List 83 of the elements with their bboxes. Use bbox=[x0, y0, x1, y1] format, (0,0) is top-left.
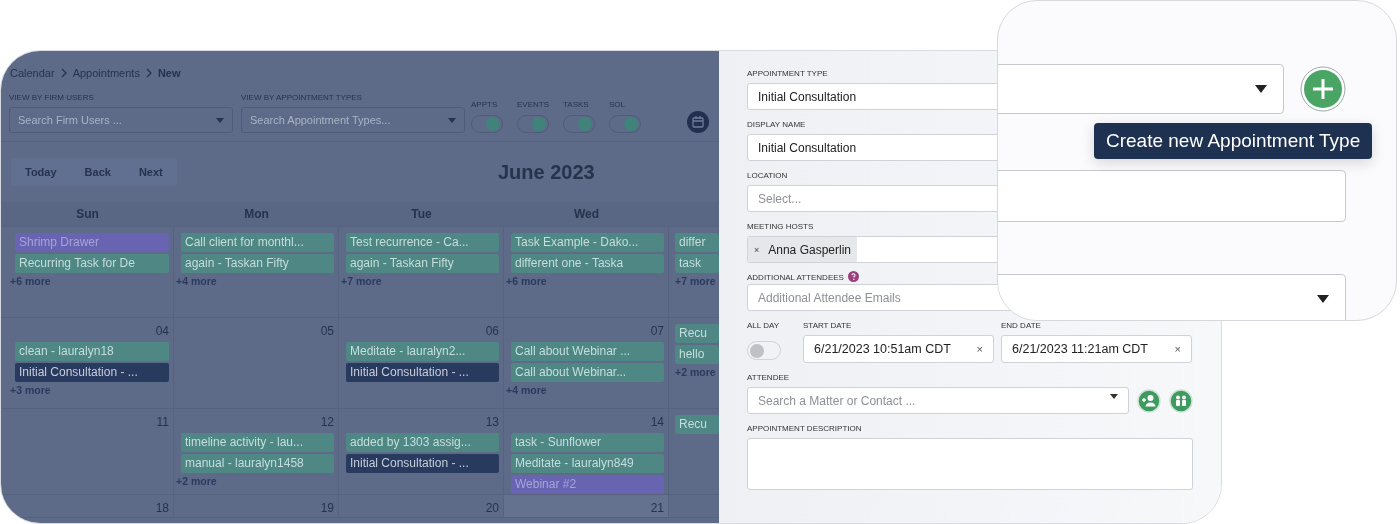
all-day-toggle[interactable] bbox=[747, 341, 781, 360]
month-title: June 2023 bbox=[498, 160, 595, 184]
calendar-event[interactable]: Initial Consultation - ... bbox=[15, 363, 169, 382]
breadcrumb-link[interactable]: Appointments bbox=[72, 67, 140, 79]
add-person-icon[interactable] bbox=[1137, 388, 1161, 413]
nav-button[interactable]: Back bbox=[70, 158, 125, 186]
calendar-event[interactable]: Initial Consultation - ... bbox=[346, 454, 499, 473]
group-icon[interactable] bbox=[1169, 388, 1193, 413]
date-number: 04 bbox=[155, 324, 169, 338]
field-label: START DATE bbox=[803, 321, 853, 330]
toggle-label: EVENTS bbox=[517, 100, 550, 109]
breadcrumb-link[interactable]: New bbox=[157, 67, 181, 79]
calendar-event[interactable]: manual - lauralyn1458 bbox=[181, 454, 334, 473]
calendar-event[interactable]: Recu bbox=[675, 415, 719, 434]
calendar-event[interactable]: again - Taskan Fifty bbox=[346, 254, 499, 273]
calendar-event[interactable]: added by 1303 assig... bbox=[346, 433, 499, 452]
field-label: ADDITIONAL ATTENDEES bbox=[747, 273, 844, 282]
field-label: LOCATION bbox=[747, 171, 789, 180]
calendar-event[interactable]: Webinar #2 bbox=[511, 475, 664, 494]
calendar-event[interactable]: Initial Consultation - ... bbox=[346, 363, 499, 382]
calendar-event[interactable]: Call client for monthl... bbox=[181, 233, 334, 252]
calendar-event[interactable]: clean - lauralyn18 bbox=[15, 342, 169, 361]
date-number: 14 bbox=[650, 415, 664, 429]
tooltip: Create new Appointment Type bbox=[1094, 123, 1373, 159]
nav-button[interactable]: Next bbox=[124, 158, 177, 186]
calendar-event[interactable]: timeline activity - lau... bbox=[181, 433, 334, 452]
caret-icon bbox=[1255, 85, 1267, 93]
calendar-event[interactable]: again - Taskan Fifty bbox=[181, 254, 334, 273]
date-number: 12 bbox=[320, 415, 334, 429]
nav-button[interactable]: Today bbox=[11, 158, 71, 186]
field-label: ATTENDEE bbox=[747, 373, 791, 382]
location-select[interactable] bbox=[998, 274, 1346, 320]
caret-icon bbox=[216, 117, 224, 123]
calendar-event[interactable]: Meditate - lauralyn2... bbox=[346, 342, 499, 361]
calendar-event[interactable]: Shrimp Drawer bbox=[15, 233, 169, 252]
calendar-event[interactable]: task bbox=[675, 254, 719, 273]
calendar-event[interactable]: Call about Webinar... bbox=[511, 363, 664, 382]
calendar-event[interactable]: different one - Taska bbox=[511, 254, 664, 273]
chevron-icon bbox=[59, 68, 68, 78]
start-date-field[interactable]: 6/21/2023 10:51am CDT × bbox=[803, 335, 994, 363]
field-label: APPOINTMENT TYPE bbox=[747, 69, 829, 78]
calendar-event[interactable]: Task Example - Dako... bbox=[511, 233, 664, 252]
date-number: 21 bbox=[650, 501, 664, 515]
calendar-icon[interactable] bbox=[687, 111, 709, 133]
calendar-event[interactable]: differ bbox=[675, 233, 719, 252]
field-label: DISPLAY NAME bbox=[747, 120, 807, 129]
display-name-field[interactable] bbox=[998, 170, 1346, 222]
filter-select[interactable]: Search Appointment Types... bbox=[241, 107, 465, 133]
attendee-select[interactable]: Search a Matter or Contact ... bbox=[747, 387, 1129, 414]
calendar-event[interactable]: Test recurrence - Ca... bbox=[346, 233, 499, 252]
field-label: APPOINTMENT DESCRIPTION bbox=[747, 424, 863, 433]
filter-select[interactable]: Search Firm Users ... bbox=[9, 107, 233, 133]
field-label: END DATE bbox=[1001, 321, 1042, 330]
date-number: 20 bbox=[485, 501, 499, 515]
field-label: MEETING HOSTS bbox=[747, 222, 815, 231]
end-date-field[interactable]: 6/21/2023 11:21am CDT × bbox=[1001, 335, 1192, 363]
clear-icon[interactable]: × bbox=[1174, 343, 1181, 355]
date-number: 13 bbox=[485, 415, 499, 429]
date-number: 07 bbox=[650, 324, 664, 338]
clear-icon[interactable]: × bbox=[976, 343, 983, 355]
calendar-event[interactable]: Recu bbox=[675, 324, 719, 343]
calendar-event[interactable]: task - Sunflower bbox=[511, 433, 664, 452]
caret-icon bbox=[1317, 295, 1329, 303]
date-number: 11 bbox=[156, 415, 169, 429]
appointment-type-select[interactable] bbox=[998, 64, 1284, 114]
help-icon[interactable] bbox=[847, 271, 859, 282]
calendar-event[interactable]: Call about Webinar ... bbox=[511, 342, 664, 361]
calendar-event[interactable]: hello bbox=[675, 345, 719, 364]
breadcrumb-link[interactable]: Calendar bbox=[10, 67, 55, 79]
description-field[interactable] bbox=[747, 438, 1193, 490]
field-label: ALL DAY bbox=[747, 321, 780, 330]
date-number: 05 bbox=[320, 324, 334, 338]
caret-icon bbox=[448, 117, 456, 123]
chevron-icon bbox=[144, 68, 153, 78]
date-number: 06 bbox=[485, 324, 499, 338]
date-number: 18 bbox=[155, 501, 169, 515]
remove-icon[interactable]: × bbox=[754, 244, 760, 255]
calendar-event[interactable]: Meditate - lauralyn849 bbox=[511, 454, 664, 473]
host-name: Anna Gasperlin bbox=[768, 242, 851, 257]
calendar-event[interactable]: Recurring Task for De bbox=[15, 254, 169, 273]
add-icon[interactable] bbox=[1300, 66, 1346, 112]
date-number: 19 bbox=[320, 501, 334, 515]
caret-icon bbox=[1110, 394, 1118, 399]
